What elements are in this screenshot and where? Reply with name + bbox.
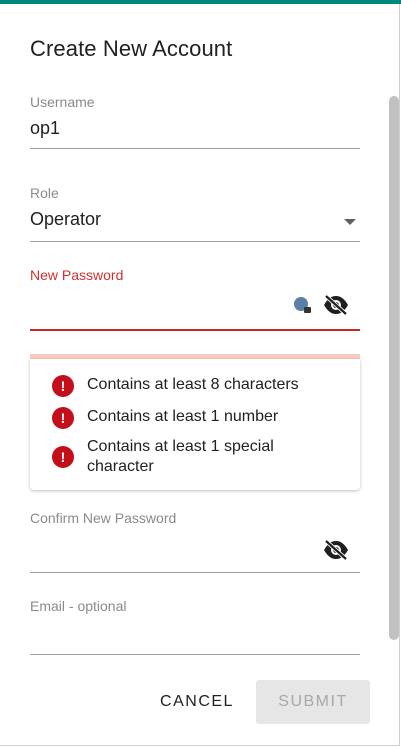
username-input[interactable]: op1 xyxy=(30,118,360,139)
new-password-underline xyxy=(30,329,360,331)
username-label: Username xyxy=(30,94,95,110)
confirm-password-label: Confirm New Password xyxy=(30,510,177,526)
new-password-field[interactable]: New Password xyxy=(30,267,360,333)
role-underline xyxy=(30,241,360,242)
submit-button[interactable]: SUBMIT xyxy=(256,680,370,724)
confirm-password-field[interactable]: Confirm New Password xyxy=(30,510,360,573)
role-label: Role xyxy=(30,185,59,201)
requirement-item: ! Contains at least 1 number xyxy=(52,407,337,429)
dialog-accent-bar xyxy=(0,0,401,4)
confirm-password-underline xyxy=(30,572,360,573)
cancel-button[interactable]: CANCEL xyxy=(150,680,244,724)
chevron-down-icon[interactable] xyxy=(344,219,356,225)
username-underline xyxy=(30,148,360,149)
requirement-text: Contains at least 1 special character xyxy=(87,438,274,475)
email-field[interactable]: Email - optional xyxy=(30,598,360,655)
requirement-text: Contains at least 1 number xyxy=(87,408,279,425)
error-icon: ! xyxy=(52,407,74,429)
email-label: Email - optional xyxy=(30,598,127,614)
email-underline xyxy=(30,654,360,655)
password-requirements-card: ! Contains at least 8 characters ! Conta… xyxy=(30,359,360,490)
password-key-icon[interactable] xyxy=(294,297,311,313)
error-icon: ! xyxy=(52,375,74,397)
visibility-off-icon[interactable] xyxy=(322,539,350,561)
error-icon: ! xyxy=(52,446,74,468)
requirement-item: ! Contains at least 1 special character xyxy=(52,437,337,477)
requirement-text: Contains at least 8 characters xyxy=(87,376,299,393)
dialog-title: Create New Account xyxy=(30,36,233,61)
role-select[interactable]: Role Operator xyxy=(30,185,360,242)
role-value[interactable]: Operator xyxy=(30,209,360,230)
scrollbar-thumb[interactable] xyxy=(389,96,399,640)
requirement-item: ! Contains at least 8 characters xyxy=(52,375,337,397)
new-password-label: New Password xyxy=(30,267,124,283)
visibility-off-icon[interactable] xyxy=(322,294,350,316)
username-field[interactable]: Username op1 xyxy=(30,94,360,150)
